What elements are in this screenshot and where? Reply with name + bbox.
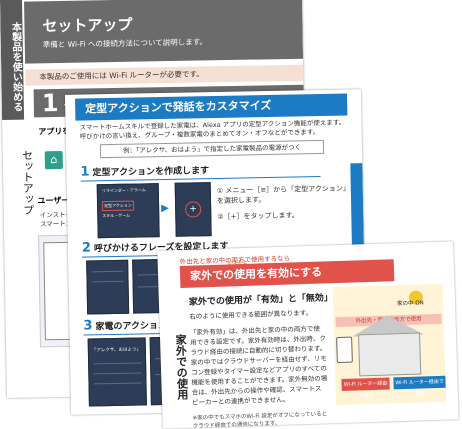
paragraph: 「家外有効」は、外出先と家の中の両方で使用できる設定です。家外有効時は、外出時、… [189,324,328,407]
vertical-title: 家外での使用 [173,333,189,401]
home-label: 家の中 ON [396,300,424,308]
add-screenshot: + [174,182,212,237]
section-header: 定型アクションで発話をカスタマイズ [75,93,348,121]
screen-row [93,382,142,385]
home-app-icon: ⌂ [44,150,63,170]
vertical-section-label: セットアップ [20,149,35,216]
phone-screen [43,241,71,341]
example-box: 例：「アレクサ、おはよう」で指定した家電製品の電源がつく [99,139,325,159]
side-tab: 本製品を使い始める [0,0,25,120]
step-heading: 1 定型アクションを作成します [80,162,209,179]
page-title: セットアップ [42,15,133,36]
wifi-label: Wi-Fi ルーター経由で通信 [341,377,390,399]
outside-use-page: 外出先と家の中の両方で使用するなら いえそと 家外での使用を有効にする 家外での… [157,241,459,429]
page-header: セットアップ 準備と Wi-Fi への接続方法について説明します。 [24,0,304,64]
plus-icon: + [185,201,202,218]
screen-text: 「アレクサ、おはよう」 [91,347,142,354]
house-icon [358,332,422,377]
requirement-note: 本製品のご使用には Wi-Fi ルーターが必要です。 [25,64,304,86]
action-screenshot: 「アレクサ、おはよう」 [87,337,147,407]
step-number: 2 [81,240,92,256]
app-menu-screenshot: リマインダー・アラーム 定型アクション スキル・ゲーム [96,183,160,239]
screen-row [93,372,142,375]
step-1-desc-1: ① メニュー［≡］から「定型アクション」を選択します。 [216,184,347,205]
arrow-icon: ▶ [161,202,169,215]
phrase-screenshot [86,259,130,315]
step-text: 定型アクションを作成します [92,166,210,179]
screen-row [93,362,142,365]
wifi-label: Wi-Fi ルーター経由で通信 [393,375,446,398]
intro-text: スマートホームスキルで登録した家電は、Alexa アプリの定型アクション機能が使… [79,118,346,141]
body-text: 右のように使用できる範囲が異なります。 「家外有効」は、外出先と家の中の両方で使… [189,307,328,413]
screen-text: スキル・ゲーム [102,212,131,219]
footnote: ※家の中でもスマホのWi-Fi 設定がオフになっているとクラウド経由での通信にな… [192,411,328,429]
screen-text: リマインダー・アラーム [101,187,146,194]
screen-row [91,280,124,283]
step-1-desc-2: ②［+］をタップします。 [217,211,299,221]
paragraph: 右のように使用できる範囲が異なります。 [189,308,313,321]
smartphone-icon [336,336,353,364]
step-number: 3 [83,318,93,334]
step-number: 1 [80,164,90,180]
step-number: 1 [41,88,59,118]
screen-text: 定型アクション [102,200,135,212]
page-subtitle: 準備と Wi-Fi への接続方法について説明します。 [42,37,208,50]
screen-row [91,270,124,273]
